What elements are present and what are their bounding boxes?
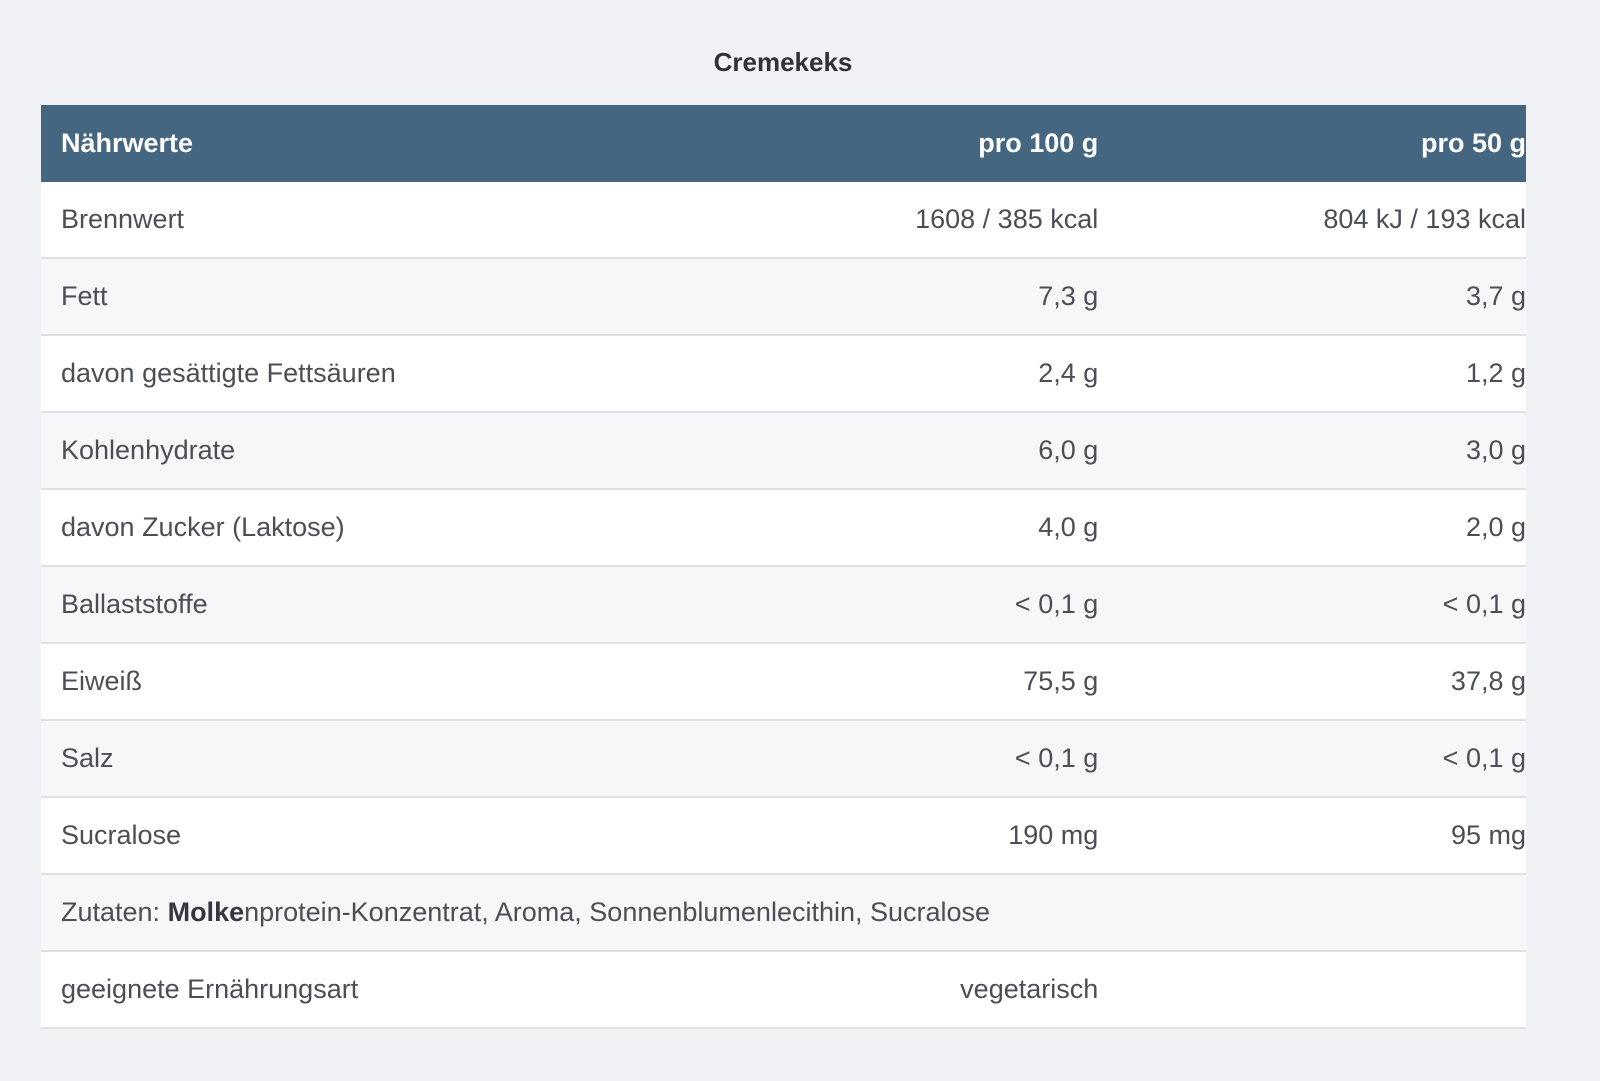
row-label: Fett: [61, 281, 108, 311]
table-row: Ballaststoffe < 0,1 g < 0,1 g: [41, 567, 1526, 644]
row-label: Kohlenhydrate: [61, 435, 236, 465]
table-row: Sucralose 190 mg 95 mg: [41, 798, 1526, 875]
table-row: davon gesättigte Fettsäuren 2,4 g 1,2 g: [41, 336, 1526, 413]
table-row: Brennwert 1608 / 385 kcal 804 kJ / 193 k…: [41, 182, 1526, 259]
row-value-per50: 3,7 g: [1465, 281, 1526, 311]
ingredients-rest: nprotein-Konzentrat, Aroma, Sonnenblumen…: [244, 897, 991, 927]
row-value-per100: 7,3 g: [1038, 281, 1099, 311]
header-pro-100g: pro 100 g: [978, 128, 1099, 158]
row-value-per100: 1608 / 385 kcal: [915, 204, 1099, 234]
header-pro-50g: pro 50 g: [1420, 128, 1526, 158]
row-value-per100: 6,0 g: [1038, 435, 1099, 465]
row-label: davon gesättigte Fettsäuren: [61, 358, 396, 388]
table-row: Fett 7,3 g 3,7 g: [41, 259, 1526, 336]
diet-value: vegetarisch: [960, 974, 1099, 1004]
row-value-per100: 4,0 g: [1038, 512, 1099, 542]
diet-row: geeignete Ernährungsart vegetarisch: [41, 952, 1526, 1029]
row-label: Sucralose: [61, 820, 182, 850]
table-row: Kohlenhydrate 6,0 g 3,0 g: [41, 413, 1526, 490]
row-value-per100: < 0,1 g: [1014, 743, 1099, 773]
row-value-per100: 2,4 g: [1038, 358, 1099, 388]
ingredients-row: Zutaten: Molkenprotein-Konzentrat, Aroma…: [41, 875, 1526, 952]
page-title: Cremekeks: [713, 47, 853, 77]
ingredients-bold: Molke: [167, 897, 245, 927]
table-row: Salz < 0,1 g < 0,1 g: [41, 721, 1526, 798]
row-value-per50: 2,0 g: [1465, 512, 1526, 542]
row-value-per50: 95 mg: [1450, 820, 1526, 850]
row-value-per50: 804 kJ / 193 kcal: [1323, 204, 1526, 234]
row-value-per50: < 0,1 g: [1442, 589, 1526, 619]
row-value-per50: 37,8 g: [1450, 666, 1526, 696]
row-label: davon Zucker (Laktose): [61, 512, 345, 542]
ingredients-label: Zutaten:: [61, 897, 168, 927]
table-row: Eiweiß 75,5 g 37,8 g: [41, 644, 1526, 721]
row-label: Ballaststoffe: [61, 589, 208, 619]
row-value-per100: < 0,1 g: [1014, 589, 1099, 619]
row-label: Eiweiß: [61, 666, 143, 696]
nutrition-table: Nährwerte pro 100 g pro 50 g Brennwert 1…: [41, 105, 1526, 1029]
row-label: Salz: [61, 743, 114, 773]
row-value-per100: 75,5 g: [1023, 666, 1099, 696]
table-row: davon Zucker (Laktose) 4,0 g 2,0 g: [41, 490, 1526, 567]
diet-label: geeignete Ernährungsart: [61, 974, 359, 1004]
row-value-per50: < 0,1 g: [1442, 743, 1526, 773]
ingredients-text: Zutaten: Molkenprotein-Konzentrat, Aroma…: [41, 897, 990, 928]
row-value-per50: 1,2 g: [1465, 358, 1526, 388]
row-value-per100: 190 mg: [1008, 820, 1099, 850]
table-header-row: Nährwerte pro 100 g pro 50 g: [41, 105, 1526, 182]
row-value-per50: 3,0 g: [1465, 435, 1526, 465]
row-label: Brennwert: [61, 204, 185, 234]
header-naehrwerte: Nährwerte: [61, 128, 194, 158]
